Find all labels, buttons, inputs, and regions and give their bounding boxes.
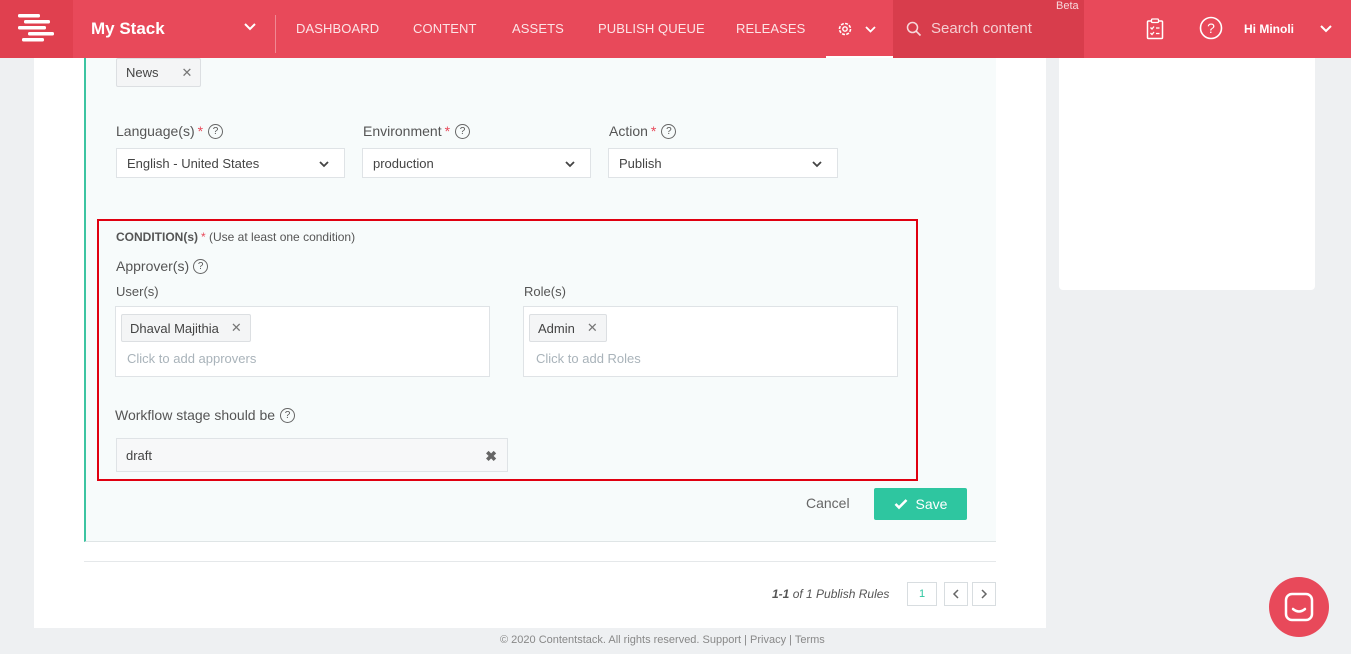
cancel-button[interactable]: Cancel [806,495,850,511]
user-chevron-down-icon[interactable] [1319,22,1333,36]
gear-icon [838,22,852,36]
nav-content[interactable]: CONTENT [413,21,477,36]
save-button[interactable]: Save [874,488,967,520]
users-label: User(s) [116,284,159,299]
approvers-label: Approver(s)? [116,258,209,274]
chevron-down-icon [565,161,575,168]
contentstack-logo[interactable] [0,0,73,58]
action-label: Action *? [609,123,677,139]
content-type-tag-label: News [126,65,159,80]
language-label: Language(s) *? [116,123,224,139]
beta-badge: Beta [1056,0,1079,12]
nav-assets[interactable]: ASSETS [512,21,564,36]
chevron-left-icon [952,589,959,599]
page-number-button[interactable]: 1 [907,582,937,606]
language-select[interactable]: English - United States [116,148,345,178]
chevron-right-icon [981,589,988,599]
role-tag-label: Admin [538,320,575,336]
conditions-title: CONDITION(s) * (Use at least one conditio… [116,230,356,244]
environment-select[interactable]: production [362,148,591,178]
workflow-stage-select[interactable]: draft ✖ [116,438,508,472]
required-marker: * [650,123,657,139]
stack-name[interactable]: My Stack [91,19,165,39]
nav-publish-queue[interactable]: PUBLISH QUEUE [598,21,705,36]
search-icon [906,21,922,37]
remove-role-icon[interactable]: ✕ [587,320,598,336]
user-greeting[interactable]: Hi Minoli [1244,22,1294,36]
section-divider [84,561,996,562]
nav-dashboard[interactable]: DASHBOARD [296,21,379,36]
help-question-icon[interactable]: ? [661,123,677,139]
footer-text: © 2020 Contentstack. All rights reserved… [500,634,825,646]
clipboard-tasks-icon[interactable] [1146,18,1164,40]
nav-releases[interactable]: RELEASES [736,21,805,36]
chat-launcher-button[interactable] [1269,577,1329,637]
workflow-stage-label: Workflow stage should be? [115,407,296,423]
stack-chevron-down-icon[interactable] [243,20,257,34]
remove-user-icon[interactable]: ✕ [231,320,242,336]
pagination-summary: 1-1 of 1 Publish Rules [772,587,890,601]
settings-menu[interactable] [826,0,893,58]
clear-stage-icon[interactable]: ✖ [485,448,497,465]
top-navigation: My Stack DASHBOARD CONTENT ASSETS PUBLIS… [0,0,1351,58]
chevron-down-icon [812,161,822,168]
checkmark-icon [894,499,907,510]
required-marker: * [201,230,206,244]
required-marker: * [444,123,451,139]
chat-icon [1284,592,1314,622]
remove-tag-icon[interactable]: ✕ [182,65,193,81]
role-tag: Admin ✕ [529,314,607,342]
user-tag: Dhaval Majithia ✕ [121,314,251,342]
help-question-icon[interactable]: ? [455,123,471,139]
environment-label: Environment *? [363,123,471,139]
help-question-icon[interactable]: ? [208,123,224,139]
content-type-tag: News ✕ [116,58,201,87]
nav-divider [275,15,276,53]
side-panel [1059,58,1315,290]
required-marker: * [197,123,204,139]
prev-page-button[interactable] [944,582,968,606]
logo-icon [17,14,54,42]
roles-placeholder[interactable]: Click to add Roles [536,351,641,366]
settings-chevron-down-icon [865,26,876,33]
help-question-icon[interactable]: ? [193,258,209,274]
users-placeholder[interactable]: Click to add approvers [127,351,256,366]
search-input[interactable]: Search content [931,20,1032,37]
action-select[interactable]: Publish [608,148,838,178]
help-icon[interactable]: ? [1199,16,1223,40]
next-page-button[interactable] [972,582,996,606]
svg-text:?: ? [1207,20,1215,36]
user-tag-label: Dhaval Majithia [130,320,219,336]
roles-label: Role(s) [524,284,566,299]
chevron-down-icon [319,161,329,168]
help-question-icon[interactable]: ? [280,407,296,423]
